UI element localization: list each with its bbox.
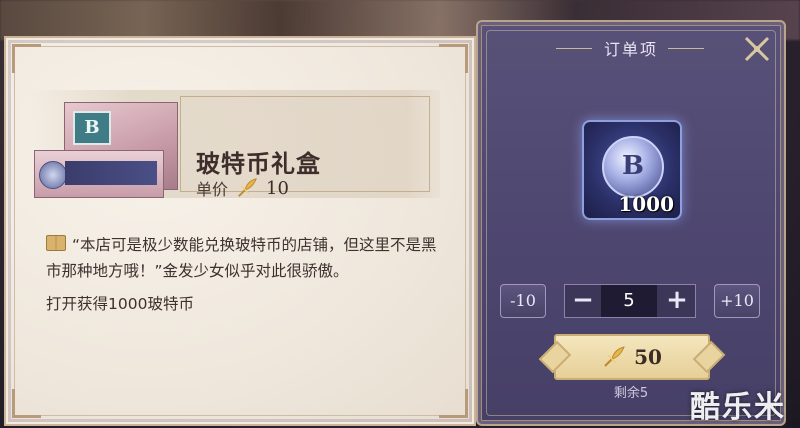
crossed-swords-close-icon[interactable] — [742, 34, 772, 64]
quantity-stepper: − 5 + — [564, 284, 696, 318]
item-description-text: “本店可是极少数能兑换玻特币的店铺，但这里不是黑市那种地方哦！”金发少女似乎对此… — [46, 236, 437, 280]
quill-currency-icon — [604, 346, 625, 367]
corner-ornament — [439, 389, 468, 418]
item-name: 玻特币礼盒 — [196, 149, 321, 178]
order-panel: 订单项 B 1000 -10 − 5 + +10 50 剩余5 — [476, 20, 786, 426]
unit-price-value: 10 — [266, 177, 289, 199]
coin-stack-icon — [39, 161, 67, 189]
title-divider-right — [668, 48, 704, 49]
order-item-quantity: 1000 — [618, 192, 674, 216]
unit-price-label: 单价 — [196, 180, 229, 199]
corner-ornament — [12, 389, 41, 418]
book-icon — [46, 235, 66, 251]
total-price: 50 — [634, 345, 662, 369]
corner-ornament — [12, 44, 41, 73]
gift-box-logo: B — [73, 111, 111, 145]
unit-price-row: 单价 10 — [196, 176, 289, 200]
order-panel-title: 订单项 — [603, 40, 658, 59]
close-button[interactable] — [740, 34, 774, 68]
item-effect: 打开获得1000玻特币 — [46, 295, 194, 313]
gift-box-image: B — [34, 94, 184, 206]
site-watermark: 酷乐米 — [690, 390, 786, 425]
quill-currency-icon — [238, 178, 257, 197]
increment-button[interactable]: + — [659, 285, 695, 317]
purchase-button[interactable]: 50 — [554, 334, 710, 380]
bot-coin-icon: B — [602, 136, 664, 198]
minus-10-button[interactable]: -10 — [500, 284, 546, 318]
quantity-selector: -10 − 5 + +10 — [500, 284, 762, 318]
corner-ornament — [439, 44, 468, 73]
item-description: “本店可是极少数能兑换玻特币的店铺，但这里不是黑市那种地方哦！”金发少女似乎对此… — [46, 232, 450, 284]
decrement-button[interactable]: − — [565, 285, 601, 317]
order-item-icon-frame: B 1000 — [582, 120, 682, 220]
gift-box-front — [34, 150, 164, 198]
gift-box-label-stripe — [65, 161, 157, 185]
quantity-value[interactable]: 5 — [601, 285, 657, 317]
plus-10-button[interactable]: +10 — [714, 284, 760, 318]
